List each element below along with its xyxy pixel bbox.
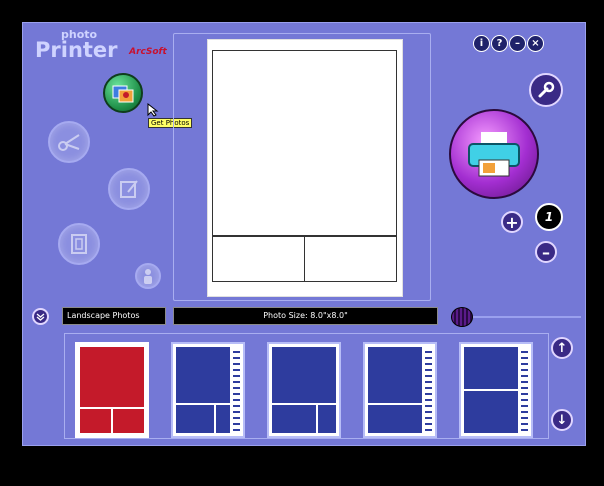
template-thumbnail[interactable] [267, 342, 341, 438]
category-dropdown-button[interactable] [32, 308, 49, 325]
pencil-frame-icon [120, 180, 138, 198]
minimize-button[interactable]: – [509, 35, 526, 52]
template-thumbnail[interactable] [171, 342, 245, 438]
decrease-copies-button[interactable]: – [535, 241, 557, 263]
layout-template-tray [64, 333, 549, 439]
minimize-icon: – [515, 38, 520, 49]
frame-button[interactable] [58, 223, 100, 265]
photo-size-readout: Photo Size: 8.0"x8.0" [173, 307, 438, 325]
template-thumbnail[interactable] [459, 342, 533, 438]
copies-count: 1 [535, 203, 563, 231]
scissors-icon [58, 134, 80, 151]
layout-cell-small-left[interactable] [212, 236, 305, 282]
close-icon: × [531, 38, 540, 49]
arrow-up-icon: ↑ [556, 340, 568, 356]
info-button[interactable]: i [473, 35, 490, 52]
frame-icon [71, 234, 87, 254]
template-thumbnail[interactable] [75, 342, 149, 438]
zoom-slider-thumb[interactable] [451, 307, 473, 327]
help-icon: ? [496, 38, 503, 49]
print-button[interactable] [449, 109, 539, 199]
info-icon: i [479, 38, 484, 49]
app-logo: photo Printer ArcSoft [35, 29, 167, 61]
person-button[interactable] [135, 263, 161, 289]
wrench-icon [538, 81, 555, 98]
logo-printer-text: Printer [35, 38, 118, 62]
photo-printer-window: photo Printer ArcSoft i ? – × Get Photos… [22, 22, 586, 446]
minus-icon: – [542, 242, 550, 262]
edit-photo-button[interactable] [108, 168, 150, 210]
increase-copies-button[interactable]: + [501, 211, 523, 233]
print-preview-page [207, 39, 403, 297]
arrow-down-icon: ↓ [556, 412, 568, 428]
person-icon [144, 269, 152, 284]
printer-icon [468, 132, 520, 177]
crop-tool-button[interactable] [48, 121, 90, 163]
scroll-up-button[interactable]: ↑ [551, 337, 573, 359]
photos-icon [112, 85, 134, 103]
scroll-down-button[interactable]: ↓ [551, 409, 573, 431]
chevron-down-icon [36, 313, 45, 321]
get-photos-button[interactable] [103, 73, 143, 113]
help-button[interactable]: ? [491, 35, 508, 52]
layout-cell-large[interactable] [212, 50, 397, 236]
logo-brand-text: ArcSoft [129, 47, 167, 57]
close-button[interactable]: × [527, 35, 544, 52]
layout-cell-small-right[interactable] [304, 236, 397, 282]
mouse-cursor-icon [147, 103, 159, 117]
zoom-slider-track[interactable] [455, 316, 581, 318]
category-label[interactable]: Landscape Photos [62, 307, 166, 325]
settings-button[interactable] [529, 73, 563, 107]
template-thumbnail[interactable] [363, 342, 437, 438]
plus-icon: + [505, 212, 519, 232]
